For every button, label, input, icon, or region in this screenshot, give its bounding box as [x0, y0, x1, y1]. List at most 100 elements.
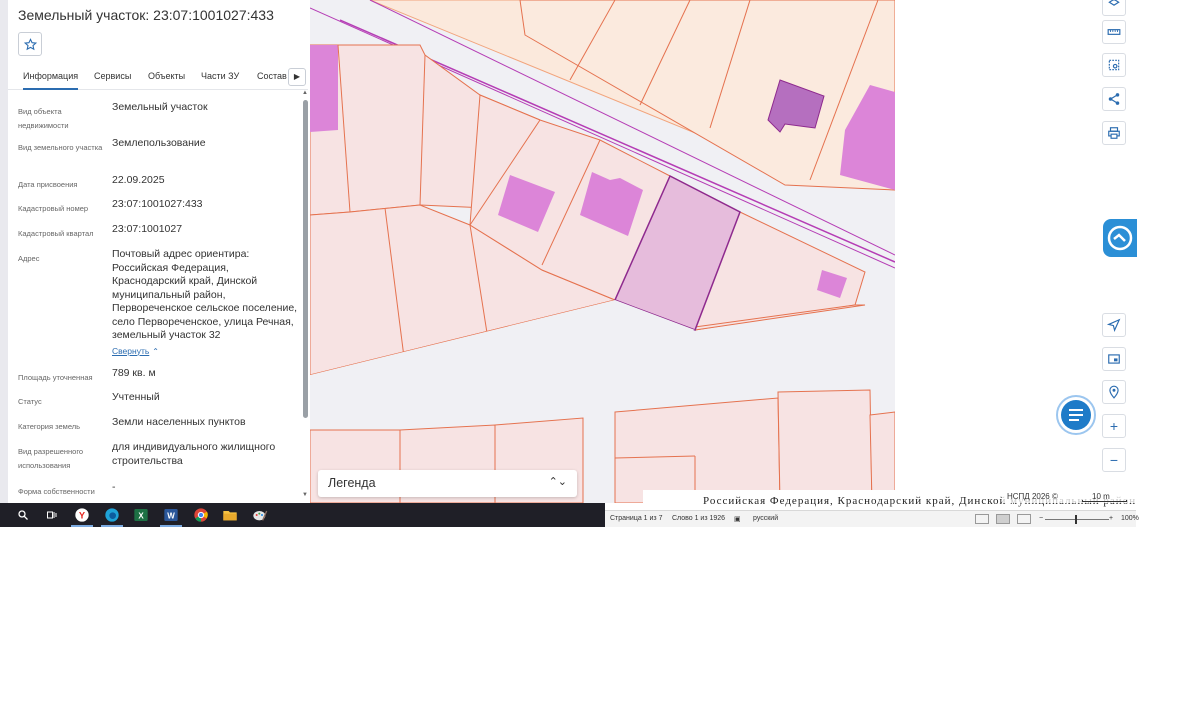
proofing-icon[interactable]: ▣ [734, 515, 741, 523]
zoom-out-icon[interactable]: − [1039, 515, 1043, 522]
field-label: Вид разрешенного использования [18, 447, 84, 470]
read-mode-button[interactable] [975, 514, 989, 524]
field-label: Адрес [18, 254, 40, 263]
tab-objects[interactable]: Объекты [148, 71, 185, 81]
cadastral-map[interactable] [310, 0, 895, 503]
zoom-out-button[interactable]: − [1102, 448, 1126, 472]
language-label[interactable]: русский [753, 515, 778, 522]
field-value: Учтенный [112, 391, 160, 403]
zoom-in-button[interactable]: + [1102, 414, 1126, 438]
scale-bar [1082, 500, 1127, 502]
tab-info[interactable]: Информация [23, 71, 79, 90]
info-panel: Земельный участок: 23:07:1001027:433 Инф… [0, 0, 310, 503]
layers-button[interactable] [1102, 0, 1126, 16]
select-area-icon [1108, 59, 1120, 71]
locate-icon [1107, 318, 1121, 332]
map-scale: НСПД 2026 © 10 m [1002, 491, 1136, 503]
active-indicator [101, 525, 123, 527]
word-statusbar: Страница 1 из 7 Слово 1 из 1926 ▣ русски… [605, 510, 1139, 527]
scroll-up-icon[interactable]: ▲ [302, 90, 308, 96]
field-value: 23:07:1001027 [112, 223, 183, 235]
file-explorer-icon[interactable] [221, 506, 239, 524]
geo-search-button[interactable] [1102, 380, 1126, 404]
field-value: 789 кв. м [112, 367, 156, 379]
svg-text:Y: Y [79, 510, 86, 520]
favorite-button[interactable] [18, 32, 42, 56]
building [310, 45, 338, 132]
legend-label: Легенда [328, 476, 376, 490]
ruler-button[interactable] [1102, 20, 1126, 44]
search-icon[interactable] [14, 506, 32, 524]
support-chat-button[interactable] [1103, 219, 1137, 257]
field-label: Форма собственности [18, 487, 95, 496]
panel-tabs: Информация Сервисы Объекты Части ЗУ Сост… [8, 66, 308, 90]
parcel [614, 397, 781, 503]
field-value: - [112, 481, 116, 493]
task-view-icon[interactable] [43, 506, 61, 524]
print-icon [1108, 127, 1120, 139]
tab-composition[interactable]: Состав [257, 71, 287, 81]
zoom-slider-knob[interactable] [1075, 515, 1077, 524]
zoom-level[interactable]: 100% [1121, 515, 1139, 522]
field-value: 22.09.2025 [112, 174, 165, 186]
print-button[interactable] [1102, 121, 1126, 145]
edge-icon[interactable] [103, 506, 121, 524]
minimap-icon [1108, 354, 1120, 364]
zoom-out-icon: − [1109, 452, 1119, 468]
panel-edge [0, 0, 8, 503]
minimap-button[interactable] [1102, 347, 1126, 371]
chevron-up-icon[interactable]: ⌃ [152, 347, 159, 356]
field-label: Площадь уточненная [18, 373, 93, 382]
field-value: Почтовый адрес ориентира: Российская Фед… [112, 248, 300, 358]
panel-title: Земельный участок: 23:07:1001027:433 [18, 7, 274, 23]
geo-search-icon [1109, 385, 1119, 399]
page-count[interactable]: Страница 1 из 7 [610, 515, 662, 522]
active-indicator [71, 525, 93, 527]
assistant-chat-button[interactable] [1052, 394, 1100, 436]
chrome-icon[interactable] [192, 506, 210, 524]
field-label: Категория земель [18, 422, 81, 431]
zoom-in-icon: + [1109, 418, 1119, 434]
layers-icon [1108, 0, 1120, 6]
screen: Земельный участок: 23:07:1001027:433 Инф… [0, 0, 1200, 721]
active-indicator [160, 525, 182, 527]
svg-text:X: X [138, 511, 144, 520]
chat-logo-icon [1107, 225, 1133, 251]
legend-dropdown[interactable]: Легенда ⌃⌄ [318, 470, 577, 497]
map-attribution: НСПД 2026 © [1007, 492, 1058, 501]
word-icon[interactable]: W [162, 506, 180, 524]
field-label: Вид объекта недвижимости [18, 107, 69, 130]
share-button[interactable] [1102, 87, 1126, 111]
zoom-in-icon[interactable]: + [1109, 515, 1113, 522]
yandex-browser-icon[interactable]: Y [73, 506, 91, 524]
locate-button[interactable] [1102, 313, 1126, 337]
chat-bubble-icon [1056, 395, 1096, 435]
tab-parts[interactable]: Части ЗУ [201, 71, 239, 81]
field-label: Дата присвоения [18, 180, 78, 189]
word-count[interactable]: Слово 1 из 1926 [672, 515, 725, 522]
field-label: Статус [18, 397, 42, 406]
tabs-scroll-right-button[interactable]: ▶ [288, 68, 306, 86]
paint-icon[interactable] [251, 506, 269, 524]
address-text: Почтовый адрес ориентира: Российская Фед… [112, 248, 298, 341]
web-layout-button[interactable] [1017, 514, 1031, 524]
collapse-link[interactable]: Свернуть [112, 346, 149, 356]
excel-icon[interactable]: X [132, 506, 150, 524]
field-value: 23:07:1001027:433 [112, 198, 203, 210]
field-value: Землепользование [112, 137, 206, 149]
tab-services[interactable]: Сервисы [94, 71, 131, 81]
parcel [777, 389, 873, 503]
scroll-down-icon[interactable]: ▼ [302, 492, 308, 498]
panel-scrollbar[interactable]: ▲ ▼ [302, 90, 308, 500]
field-label: Кадастровый номер [18, 204, 89, 213]
print-layout-button[interactable] [996, 514, 1010, 524]
zoom-slider[interactable] [1045, 519, 1109, 520]
star-icon [23, 37, 37, 50]
ruler-icon [1107, 29, 1121, 35]
field-label: Вид земельного участка [18, 143, 103, 152]
scrollbar-thumb[interactable] [303, 100, 308, 418]
chevron-updown-icon: ⌃⌄ [548, 476, 567, 488]
windows-taskbar: Y X W [0, 503, 605, 527]
select-area-button[interactable] [1102, 53, 1126, 77]
field-value: для индивидуального жилищного строительс… [112, 441, 276, 467]
